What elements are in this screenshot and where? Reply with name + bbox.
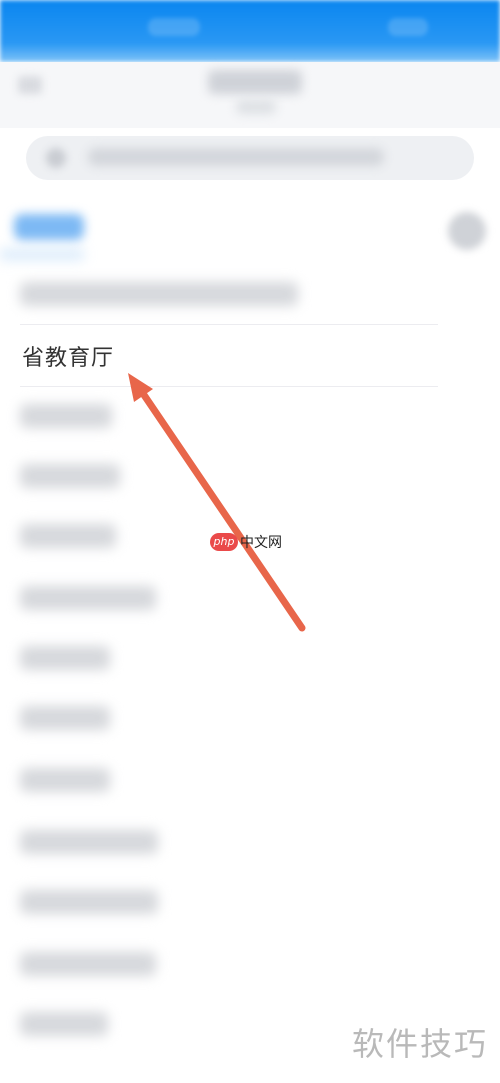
page-title [208, 70, 302, 94]
php-site-name: 中文网 [240, 535, 282, 551]
list-item-provincial-education-department[interactable]: 省教育厅 [22, 340, 114, 372]
tab-active[interactable] [14, 214, 84, 240]
back-arrow-icon[interactable] [18, 76, 42, 94]
list-item[interactable] [0, 890, 500, 918]
status-bar [0, 0, 500, 62]
php-logo: php 中文网 [210, 532, 282, 552]
list-item[interactable] [0, 464, 500, 492]
list-divider [20, 324, 438, 325]
search-input[interactable] [26, 136, 474, 180]
list-item[interactable] [0, 646, 500, 674]
header-bar [0, 62, 500, 128]
search-placeholder [88, 148, 384, 166]
list-item[interactable] [0, 282, 500, 310]
list-item[interactable] [0, 830, 500, 858]
search-icon [46, 148, 66, 168]
list-item[interactable] [0, 768, 500, 796]
menu-button[interactable] [448, 212, 486, 250]
list-item[interactable] [0, 404, 500, 432]
list-divider [20, 386, 438, 387]
list-item[interactable] [0, 586, 500, 614]
annotation-arrow-head [128, 373, 153, 402]
list-item[interactable] [0, 706, 500, 734]
tab-indicator [0, 250, 84, 264]
php-badge: php [210, 533, 238, 551]
list-item[interactable] [0, 952, 500, 980]
page-subtitle [236, 100, 276, 114]
watermark: 软件技巧 [351, 1025, 488, 1063]
